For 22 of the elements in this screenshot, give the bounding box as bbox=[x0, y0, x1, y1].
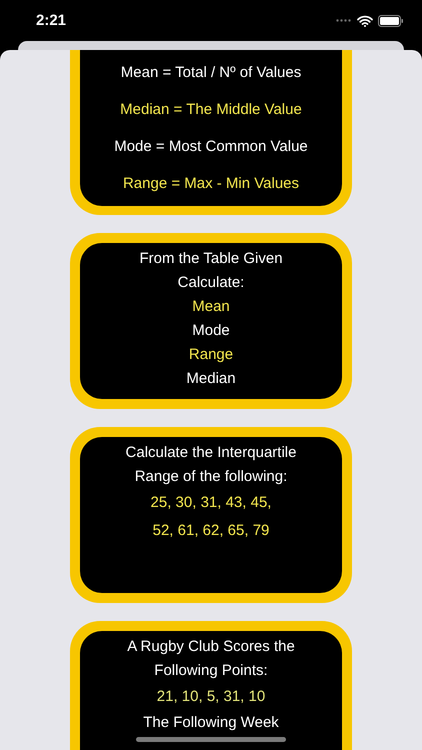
battery-icon bbox=[378, 14, 404, 26]
card-text: Mean bbox=[192, 297, 230, 317]
card-text: Calculate: bbox=[178, 273, 244, 293]
formula-text: Median = The Middle Value bbox=[120, 100, 302, 120]
card-text: From the Table Given bbox=[139, 249, 283, 269]
number-list: 52, 61, 62, 65, 79 bbox=[152, 517, 270, 545]
card-text: Following Points: bbox=[154, 661, 268, 681]
card-text: A Rugby Club Scores the bbox=[127, 637, 295, 657]
card-text: Range bbox=[188, 345, 234, 365]
signal-dots-icon bbox=[336, 19, 352, 22]
card-text: Mode bbox=[192, 321, 230, 341]
card-text: Range of the following: bbox=[134, 467, 288, 487]
card-text: Calculate the Interquartile bbox=[126, 443, 296, 463]
number-list: 25, 30, 31, 43, 45, bbox=[150, 489, 272, 517]
status-time: 2:21 bbox=[36, 12, 66, 29]
formula-text: Range = Max - Min Values bbox=[122, 174, 300, 194]
wifi-icon bbox=[357, 14, 373, 26]
formula-text: Mode = Most Common Value bbox=[114, 137, 308, 157]
card-text: Median bbox=[186, 369, 236, 389]
card-text: The Following Week bbox=[143, 713, 279, 733]
formula-text: Mean = Total / Nº of Values bbox=[120, 63, 302, 83]
number-list: 21, 10, 5, 31, 10 bbox=[156, 683, 266, 711]
